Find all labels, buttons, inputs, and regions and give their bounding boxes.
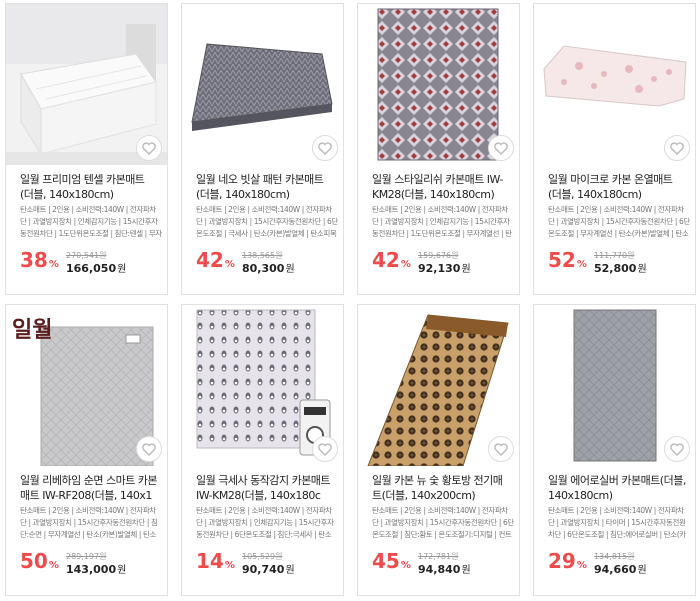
discount-rate: 42% [196, 250, 235, 275]
currency-unit: 원 [637, 264, 647, 275]
discount-value: 14 [196, 549, 224, 573]
currency-unit: 원 [461, 264, 471, 275]
discount-value: 42 [196, 248, 224, 272]
sale-price: 90,740원 [242, 561, 295, 576]
currency-unit: 원 [117, 264, 127, 275]
sale-price-value: 94,840 [418, 563, 461, 576]
discount-value: 42 [372, 248, 400, 272]
product-specs: 탄소매트 | 2인용 | 소비전력:140W | 전자파차단 | 과열방지장치 … [372, 205, 512, 238]
product-specs: 탄소매트 | 2인용 | 소비전력:140W | 전자파차단 | 과열방지장치 … [548, 205, 690, 238]
discount-value: 50 [20, 549, 48, 573]
product-specs: 탄소매트 | 2인용 | 소비전력:140W | 전자파차단 | 과열방지장치 … [372, 506, 514, 539]
percent-sign: % [224, 560, 235, 571]
heart-icon[interactable] [664, 135, 690, 161]
product-specs: 탄소매트 | 2인용 | 소비전력:140W | 전자파차단 | 과열방지장치 … [196, 506, 334, 539]
product-card[interactable]: 일월 네오 빗살 패턴 카본매트 (더블, 140x180cm) 탄소매트 | … [181, 3, 344, 295]
product-title[interactable]: 일월 프리미엄 텐셀 카본매트 (더블, 140x180cm) [20, 172, 160, 202]
discount-value: 38 [20, 248, 48, 272]
sale-price-value: 92,130 [418, 262, 461, 275]
product-specs: 탄소매트 | 2인용 | 소비전력:140W | 전자파차단 | 과열방지장치 … [196, 205, 338, 238]
discount-rate: 42% [372, 250, 411, 275]
sale-price: 52,800원 [594, 260, 647, 275]
percent-sign: % [400, 259, 411, 270]
product-title[interactable]: 일월 리베하임 순면 스마트 카본매트 IW-RF208(더블, 140x1 [20, 473, 160, 503]
percent-sign: % [576, 560, 587, 571]
heart-icon[interactable] [488, 135, 514, 161]
sale-price: 94,840원 [418, 561, 471, 576]
product-specs: 탄소매트 | 2인용 | 소비전력:140W | 전자파차단 | 과열방지장치 … [548, 506, 686, 539]
product-card[interactable]: 일월 프리미엄 텐셀 카본매트 (더블, 140x180cm) 탄소매트 | 2… [5, 3, 168, 295]
sale-price: 80,300원 [242, 260, 295, 275]
product-specs: 탄소매트 | 2인용 | 소비전력:140W | 전자파차단 | 과열방지장치 … [20, 506, 158, 539]
product-card[interactable]: 일월 에어로실버 카본매트(더블, 140x180cm) 탄소매트 | 2인용 … [533, 304, 696, 596]
product-title[interactable]: 일월 카본 뉴 숯 황토방 전기매트(더블, 140x200cm) [372, 473, 512, 503]
brand-logo: 일월 [12, 317, 52, 343]
product-title[interactable]: 일월 에어로실버 카본매트(더블, 140x180cm) [548, 473, 688, 503]
product-card[interactable]: 일월 일월 리베하임 순면 스마트 카본매트 IW-RF208(더블, 140x… [5, 304, 168, 596]
heart-icon[interactable] [136, 135, 162, 161]
product-title[interactable]: 일월 극세사 동작감지 카본매트 IW-KM28(더블, 140x180c [196, 473, 336, 503]
currency-unit: 원 [285, 565, 295, 576]
discount-rate: 52% [548, 250, 587, 275]
percent-sign: % [224, 259, 235, 270]
discount-rate: 29% [548, 551, 587, 576]
percent-sign: % [400, 560, 411, 571]
discount-value: 45 [372, 549, 400, 573]
sale-price-value: 94,660 [594, 563, 637, 576]
sale-price-value: 52,800 [594, 262, 637, 275]
sale-price: 166,050원 [66, 260, 126, 275]
sale-price-value: 80,300 [242, 262, 285, 275]
currency-unit: 원 [461, 565, 471, 576]
product-card[interactable]: 일월 스타일리쉬 카본매트 IW-KM28(더블, 140x180cm) 탄소매… [357, 3, 520, 295]
heart-icon[interactable] [488, 436, 514, 462]
discount-rate: 38% [20, 250, 59, 275]
product-title[interactable]: 일월 네오 빗살 패턴 카본매트 (더블, 140x180cm) [196, 172, 336, 202]
discount-rate: 14% [196, 551, 235, 576]
currency-unit: 원 [637, 565, 647, 576]
percent-sign: % [48, 560, 59, 571]
sale-price: 143,000원 [66, 561, 126, 576]
sale-price: 94,660원 [594, 561, 647, 576]
sale-price: 92,130원 [418, 260, 471, 275]
heart-icon[interactable] [664, 436, 690, 462]
discount-value: 29 [548, 549, 576, 573]
discount-rate: 45% [372, 551, 411, 576]
product-title[interactable]: 일월 스타일리쉬 카본매트 IW-KM28(더블, 140x180cm) [372, 172, 512, 202]
percent-sign: % [48, 259, 59, 270]
product-specs: 탄소매트 | 2인용 | 소비전력:140W | 전자파차단 | 과열방지장치 … [20, 205, 162, 238]
sale-price-value: 166,050 [66, 262, 117, 275]
percent-sign: % [576, 259, 587, 270]
currency-unit: 원 [285, 264, 295, 275]
sale-price-value: 90,740 [242, 563, 285, 576]
product-card[interactable]: 일월 마이크로 카본 온열매트 (더블, 140x180cm) 탄소매트 | 2… [533, 3, 696, 295]
discount-value: 52 [548, 248, 576, 272]
heart-icon[interactable] [136, 436, 162, 462]
product-card[interactable]: 일월 극세사 동작감지 카본매트 IW-KM28(더블, 140x180c 탄소… [181, 304, 344, 596]
product-grid: 일월 프리미엄 텐셀 카본매트 (더블, 140x180cm) 탄소매트 | 2… [0, 0, 700, 601]
sale-price-value: 143,000 [66, 563, 117, 576]
product-card[interactable]: 일월 카본 뉴 숯 황토방 전기매트(더블, 140x200cm) 탄소매트 |… [357, 304, 520, 596]
discount-rate: 50% [20, 551, 59, 576]
currency-unit: 원 [117, 565, 127, 576]
heart-icon[interactable] [312, 436, 338, 462]
product-title[interactable]: 일월 마이크로 카본 온열매트 (더블, 140x180cm) [548, 172, 688, 202]
heart-icon[interactable] [312, 135, 338, 161]
